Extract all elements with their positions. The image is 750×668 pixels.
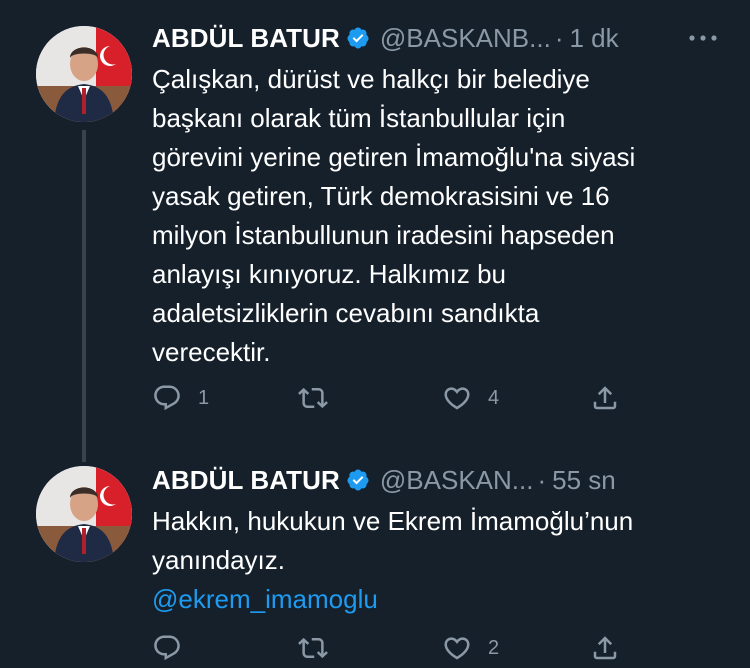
avatar[interactable]	[36, 466, 132, 562]
author-handle[interactable]: @BASKAN...	[380, 465, 534, 496]
like-button[interactable]: 4	[442, 378, 499, 418]
tweet-text-line: anlayışı kınıyoruz. Halkımız bu	[152, 259, 507, 289]
separator-dot: ·	[554, 22, 564, 53]
author-name[interactable]: ABDÜL BATUR	[152, 23, 340, 54]
tweet-text: Çalışkan, dürüst ve halkçı bir belediye …	[152, 60, 720, 372]
thread-connector-line	[82, 130, 86, 462]
share-button[interactable]	[590, 378, 620, 418]
author-name[interactable]: ABDÜL BATUR	[152, 465, 340, 496]
tweet-text-line: Hakkın, hukukun ve Ekrem İmamoğlu’nun	[152, 506, 634, 536]
retweet-button[interactable]	[298, 378, 344, 418]
tweet-header: ABDÜL BATUR @BASKANB... · 1 dk	[152, 20, 720, 56]
like-count: 2	[488, 636, 500, 659]
reply-bubble-icon	[154, 635, 180, 661]
tweet-text-line: yanındayız.	[152, 545, 285, 575]
tweet-actions: 2	[152, 628, 632, 668]
tweet-text-line: milyon İstanbullunun iradesini hapseden	[152, 220, 615, 250]
more-horizontal-icon[interactable]	[686, 24, 720, 52]
verified-badge-icon	[347, 469, 369, 491]
tweet-text-line: verecektir.	[152, 337, 271, 367]
author-handle[interactable]: @BASKANB...	[380, 23, 551, 54]
tweet-text: Hakkın, hukukun ve Ekrem İmamoğlu’nun ya…	[152, 502, 720, 619]
retweet-arrows-icon	[298, 637, 328, 659]
reply-bubble-icon	[154, 385, 180, 411]
like-count: 4	[488, 386, 500, 409]
reply-count: 1	[198, 386, 210, 409]
heart-icon	[444, 387, 470, 410]
tweet-actions: 1 4	[152, 378, 632, 418]
tweet[interactable]: ABDÜL BATUR @BASKANB... · 1 dk Çalışkan,…	[0, 0, 750, 462]
reply-button[interactable]: 1	[152, 378, 209, 418]
share-upload-icon	[593, 636, 617, 660]
heart-icon	[444, 637, 470, 660]
retweet-arrows-icon	[298, 387, 328, 409]
mention-link[interactable]: @ekrem_imamoglu	[152, 580, 720, 619]
retweet-button[interactable]	[298, 628, 344, 668]
tweet-header: ABDÜL BATUR @BASKAN... · 55 sn	[152, 462, 720, 498]
separator-dot: ·	[537, 464, 547, 495]
timestamp[interactable]: 1 dk	[569, 23, 618, 54]
avatar[interactable]	[36, 26, 132, 122]
timestamp[interactable]: 55 sn	[552, 465, 616, 496]
tweet[interactable]: ABDÜL BATUR @BASKAN... · 55 sn Hakkın, h…	[0, 440, 750, 661]
share-upload-icon	[593, 386, 617, 410]
reply-button[interactable]	[152, 628, 198, 668]
tweet-text-line: adaletsizliklerin cevabını sandıkta	[152, 298, 540, 328]
tweet-text-line: yasak getiren, Türk demokrasisini ve 16	[152, 181, 610, 211]
tweet-text-line: görevini yerine getiren İmamoğlu'na siya…	[152, 142, 636, 172]
tweet-text-line: Çalışkan, dürüst ve halkçı bir belediye	[152, 64, 590, 94]
share-button[interactable]	[590, 628, 620, 668]
like-button[interactable]: 2	[442, 628, 499, 668]
verified-badge-icon	[347, 27, 369, 49]
tweet-text-line: başkanı olarak tüm İstanbullular için	[152, 103, 566, 133]
